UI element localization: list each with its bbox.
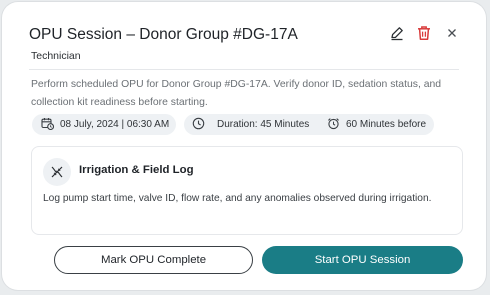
calendar-clock-icon — [41, 117, 55, 133]
irrigation-log-panel[interactable]: Irrigation & Field Log Log pump start ti… — [31, 146, 463, 235]
reminder-label: 60 Minutes before — [346, 119, 427, 130]
session-card: OPU Session – Donor Group #DG-17A Techni… — [2, 2, 486, 290]
session-description: Perform scheduled OPU for Donor Group #D… — [31, 79, 442, 108]
start-session-button[interactable]: Start OPU Session — [262, 246, 463, 274]
reminder-chip: 60 Minutes before — [318, 114, 434, 135]
pencil-icon[interactable] — [388, 24, 406, 42]
duration-label: Duration: 45 Minutes — [217, 119, 310, 130]
panel-description: Log pump start time, valve ID, flow rate… — [43, 193, 432, 204]
trash-icon[interactable] — [415, 24, 433, 42]
mark-complete-button[interactable]: Mark OPU Complete — [54, 246, 253, 274]
alarm-icon — [327, 117, 340, 133]
dna-icon — [43, 158, 71, 186]
panel-title: Irrigation & Field Log — [79, 164, 194, 176]
clock-icon — [192, 117, 205, 133]
header-divider — [29, 69, 459, 70]
role-label: Technician — [31, 50, 81, 62]
session-title: OPU Session – Donor Group #DG-17A — [29, 26, 298, 43]
close-icon[interactable] — [443, 24, 461, 42]
datetime-chip: 08 July, 2024 | 06:30 AM — [32, 114, 176, 135]
datetime-label: 08 July, 2024 | 06:30 AM — [60, 119, 170, 130]
